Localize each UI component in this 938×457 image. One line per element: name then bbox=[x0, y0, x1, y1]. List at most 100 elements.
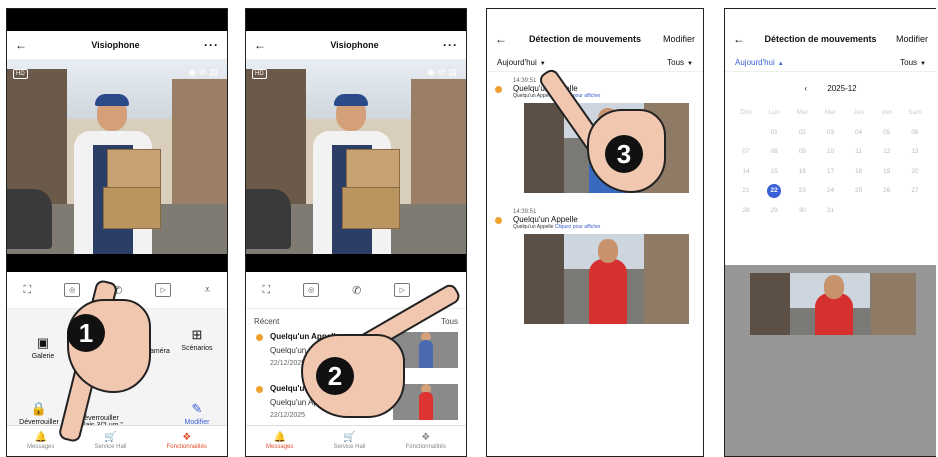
caret-down-icon: ▼ bbox=[920, 60, 926, 67]
pointing-hand-3 bbox=[536, 64, 667, 194]
caret-down-icon: ▼ bbox=[539, 60, 546, 67]
pointing-hand-1 bbox=[37, 278, 151, 449]
prev-month-icon[interactable]: ‹ bbox=[804, 84, 807, 93]
page-title: Détection de mouvements bbox=[528, 34, 641, 44]
video-toolbar-icons[interactable]: ◉⊘▤ bbox=[188, 67, 221, 78]
bottom-nav: 🔔 Messages 🛒 Service Hall ❖ Fonctionnalités bbox=[246, 425, 466, 456]
calendar-day[interactable]: 15 bbox=[761, 168, 787, 175]
more-menu-icon[interactable]: ··· bbox=[443, 38, 458, 52]
record-icon[interactable]: ▷ bbox=[155, 283, 172, 297]
edit-link[interactable]: Modifier bbox=[896, 34, 928, 44]
back-arrow-icon[interactable]: ← bbox=[733, 32, 745, 46]
calendar-day[interactable]: 26 bbox=[874, 187, 900, 194]
calendar-day[interactable]: 08 bbox=[761, 148, 787, 155]
tile-scenarios[interactable]: ⊞ Scénarios bbox=[167, 327, 227, 352]
event-image bbox=[750, 273, 916, 335]
calendar-week-row: 14 15 16 17 18 19 20 bbox=[733, 162, 928, 182]
calendar-day[interactable]: 22 bbox=[767, 183, 782, 198]
calendar-day[interactable]: 30 bbox=[789, 207, 815, 214]
back-arrow-icon[interactable]: ← bbox=[15, 38, 27, 52]
back-arrow-icon[interactable]: ← bbox=[254, 38, 266, 52]
calendar-day[interactable]: 21 bbox=[733, 187, 759, 194]
calendar-day[interactable]: 23 bbox=[789, 187, 815, 194]
step-badge-2: 2 bbox=[316, 357, 354, 395]
calendar-day[interactable]: 10 bbox=[817, 148, 843, 155]
edit-link[interactable]: Modifier bbox=[663, 34, 695, 44]
calendar-day[interactable]: 09 bbox=[789, 148, 815, 155]
step-badge-1: 1 bbox=[67, 314, 105, 352]
panel-1-visiophone: ← Visiophone ··· HD ◉⊘▤ ⛶ ◎ ✆ ▷ ⩡ ▣ Gale… bbox=[6, 8, 228, 457]
calendar-day[interactable]: 31 bbox=[817, 207, 843, 214]
video-feed[interactable]: HD ◉⊘▤ bbox=[7, 59, 227, 254]
header: ← Détection de mouvements Modifier bbox=[487, 25, 703, 53]
calendar-day[interactable]: 19 bbox=[874, 168, 900, 175]
hd-badge[interactable]: HD bbox=[252, 69, 267, 79]
filter-all[interactable]: Tous ▼ bbox=[900, 58, 926, 67]
month-label: 2025-12 bbox=[827, 84, 857, 93]
calendar-day[interactable]: 27 bbox=[902, 187, 928, 194]
header: ← Détection de mouvements Modifier bbox=[725, 25, 936, 53]
more-menu-icon[interactable]: ··· bbox=[204, 38, 219, 52]
weekday-row: Dim Lun Mar Mer Jeu Ven Sam bbox=[740, 109, 922, 117]
calendar-day[interactable]: 01 bbox=[761, 129, 787, 136]
filter-bar: Aujourd'hui ▲ Tous ▼ bbox=[725, 53, 936, 72]
fullscreen-icon[interactable]: ⛶ bbox=[23, 284, 31, 297]
calendar-day[interactable]: 04 bbox=[846, 129, 872, 136]
back-arrow-icon[interactable]: ← bbox=[495, 32, 507, 46]
step-badge-3: 3 bbox=[605, 135, 643, 173]
filter-today[interactable]: Aujourd'hui ▼ bbox=[497, 58, 546, 67]
header: ← Visiophone ··· bbox=[7, 31, 227, 59]
snapshot-icon[interactable]: ◎ bbox=[303, 283, 320, 297]
panel-3-motion-detection: ← Détection de mouvements Modifier Aujou… bbox=[486, 8, 704, 457]
calendar-week-row: 28 29 30 31 bbox=[733, 201, 928, 221]
hd-badge[interactable]: HD bbox=[13, 69, 28, 79]
filter-today[interactable]: Aujourd'hui ▲ bbox=[735, 58, 784, 67]
nav-messages[interactable]: 🔔 Messages bbox=[266, 432, 293, 450]
cart-icon: 🛒 bbox=[343, 432, 356, 443]
video-toolbar-icons[interactable]: ◉⊘▤ bbox=[427, 67, 460, 78]
caret-down-icon: ▼ bbox=[687, 60, 693, 67]
event-image[interactable] bbox=[524, 234, 689, 324]
tile-edit[interactable]: ✎ Modifier bbox=[167, 401, 227, 426]
page-title: Détection de mouvements bbox=[764, 34, 877, 44]
calendar-day[interactable]: 16 bbox=[789, 168, 815, 175]
bell-icon: 🔔 bbox=[273, 432, 286, 443]
fullscreen-icon[interactable]: ⛶ bbox=[262, 284, 270, 297]
calendar-day[interactable]: 29 bbox=[761, 207, 787, 214]
edit-icon: ✎ bbox=[191, 401, 203, 416]
calendar-day[interactable]: 25 bbox=[846, 187, 872, 194]
recent-label: Récent bbox=[254, 317, 280, 326]
event-item[interactable]: 14:39:51 Quelqu'un Appelle Quelqu'un App… bbox=[487, 203, 703, 324]
calendar-day[interactable]: 14 bbox=[733, 168, 759, 175]
nav-service-hall[interactable]: 🛒 Service Hall bbox=[333, 432, 365, 450]
calendar-day[interactable]: 03 bbox=[817, 129, 843, 136]
calendar-day[interactable]: 24 bbox=[817, 187, 843, 194]
calendar-day[interactable]: 06 bbox=[902, 129, 928, 136]
collapse-icon[interactable]: ⩡ bbox=[204, 284, 210, 297]
features-icon: ❖ bbox=[182, 432, 192, 443]
calendar-day[interactable]: 17 bbox=[817, 168, 843, 175]
calendar-day[interactable]: 02 bbox=[789, 129, 815, 136]
dim-overlay[interactable] bbox=[725, 265, 936, 456]
filter-all[interactable]: Tous ▼ bbox=[667, 58, 693, 67]
calendar-day[interactable]: 07 bbox=[733, 148, 759, 155]
calendar-day[interactable]: 12 bbox=[874, 148, 900, 155]
record-icon[interactable]: ▷ bbox=[394, 283, 411, 297]
video-feed[interactable]: HD ◉⊘▤ bbox=[246, 59, 466, 254]
nav-features[interactable]: ❖ Fonctionnalités bbox=[406, 432, 446, 450]
calendar-day[interactable]: 11 bbox=[846, 148, 872, 155]
calendar-day[interactable]: 28 bbox=[733, 207, 759, 214]
calendar-day[interactable]: 05 bbox=[874, 129, 900, 136]
alert-dot-icon bbox=[495, 217, 502, 224]
calendar-week-row: 01 02 03 04 05 06 bbox=[733, 123, 928, 143]
panel-4-calendar: ← Détection de mouvements Modifier Aujou… bbox=[724, 8, 936, 457]
scenarios-icon: ⊞ bbox=[191, 327, 203, 342]
header: ← Visiophone ··· bbox=[246, 31, 466, 59]
calendar-day[interactable]: 13 bbox=[902, 148, 928, 155]
view-link[interactable]: Cliquez pour afficher bbox=[555, 224, 601, 230]
calendar-header: ‹ 2025-12 bbox=[733, 72, 928, 103]
nav-features[interactable]: ❖ Fonctionnalités bbox=[167, 432, 207, 450]
phone-icon[interactable]: ✆ bbox=[352, 284, 361, 297]
calendar-day[interactable]: 20 bbox=[902, 168, 928, 175]
calendar-day[interactable]: 18 bbox=[846, 168, 872, 175]
